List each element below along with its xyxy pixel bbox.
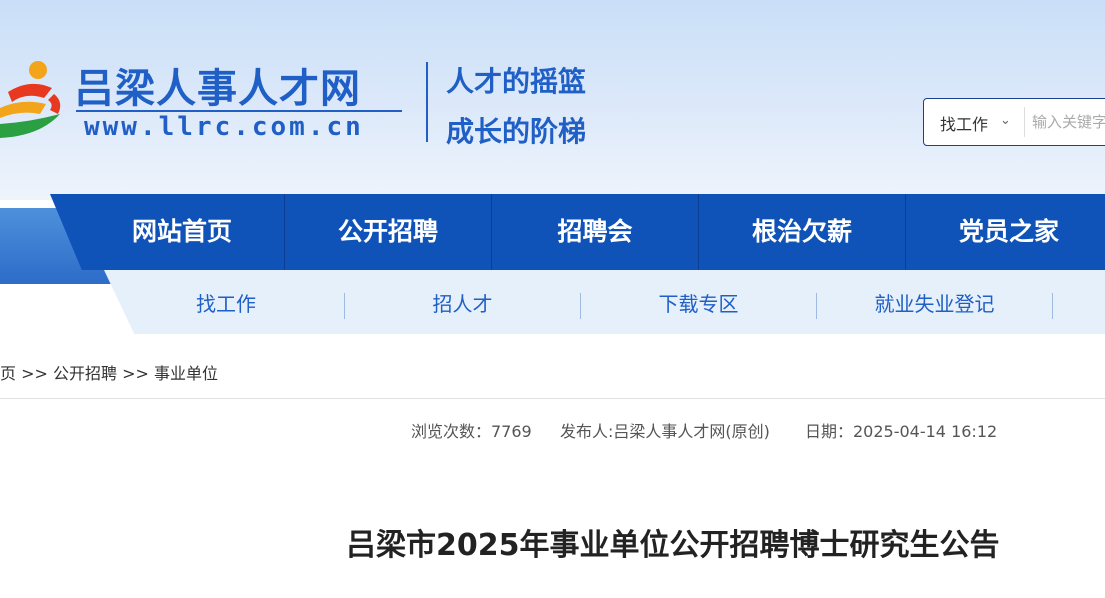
article-title: 吕梁市2025年事业单位公开招聘博士研究生公告 (346, 528, 1000, 563)
search-divider (1024, 107, 1025, 137)
subnav-item-find-talent[interactable]: 招人才 (345, 287, 580, 321)
breadcrumb-home[interactable]: 首页 (0, 364, 16, 383)
search-box: 找工作 ⌄ (923, 98, 1105, 146)
breadcrumb: 首页 >> 公开招聘 >> 事业单位 (0, 360, 218, 384)
subnav-item-downloads[interactable]: 下载专区 (581, 287, 816, 321)
breadcrumb-current[interactable]: 事业单位 (154, 364, 218, 383)
publish-date: 日期：2025-04-14 16:12 (805, 422, 998, 441)
slogan-line-1: 人才的摇篮 (446, 65, 587, 98)
site-url[interactable]: www.llrc.com.cn (84, 112, 364, 142)
breadcrumb-separator: >> (16, 364, 53, 383)
slogan-line-2: 成长的阶梯 (446, 115, 587, 148)
subnav-separator (1052, 293, 1053, 319)
nav-item-home[interactable]: 网站首页 (80, 194, 284, 270)
nav-item-wage-arrears[interactable]: 根治欠薪 (699, 194, 905, 270)
nav-item-job-fair[interactable]: 招聘会 (492, 194, 698, 270)
search-input[interactable] (1032, 107, 1105, 137)
subnav-item-employment-registration[interactable]: 就业失业登记 (817, 287, 1052, 321)
runner-logo-icon[interactable] (0, 58, 70, 144)
breadcrumb-section[interactable]: 公开招聘 (53, 364, 117, 383)
slogan-divider (426, 62, 428, 142)
nav-item-recruitment[interactable]: 公开招聘 (285, 194, 491, 270)
publisher: 发布人:吕梁人事人才网(原创) (560, 422, 770, 441)
search-category-select[interactable]: 找工作 (940, 111, 988, 135)
view-count: 浏览次数：7769 (411, 422, 532, 441)
content-divider (0, 398, 1105, 399)
site-name[interactable]: 吕梁人事人才网 (74, 56, 361, 114)
chevron-down-icon[interactable]: ⌄ (1000, 113, 1011, 128)
breadcrumb-separator: >> (117, 364, 154, 383)
nav-item-party-members[interactable]: 党员之家 (906, 194, 1105, 270)
subnav-item-find-job[interactable]: 找工作 (108, 287, 344, 321)
